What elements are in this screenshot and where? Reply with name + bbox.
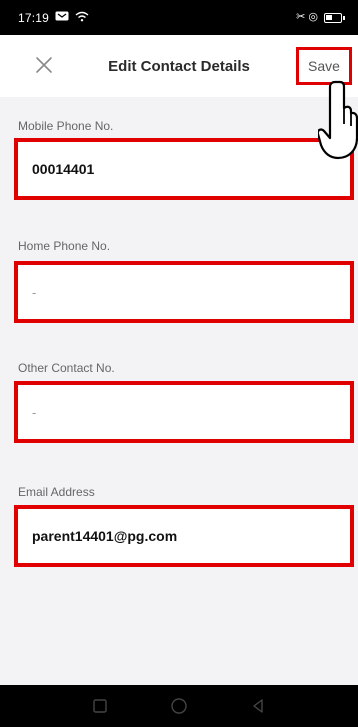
home-phone-label: Home Phone No. <box>18 239 111 253</box>
email-address-label: Email Address <box>18 485 95 499</box>
contact-form: Mobile Phone No. 00014401 Home Phone No.… <box>0 97 358 685</box>
status-time: 17:19 <box>18 10 50 25</box>
hand-pointer-icon <box>316 80 358 160</box>
navigation-bar <box>0 685 358 727</box>
battery-icon <box>324 12 345 23</box>
wifi-icon <box>75 11 89 25</box>
home-phone-field[interactable]: - <box>14 261 354 323</box>
status-left: 17:19 <box>18 11 89 25</box>
status-bar: 17:19 ✂ ◎ <box>0 0 358 35</box>
status-right: ✂ ◎ <box>296 11 345 23</box>
email-address-field[interactable]: parent14401@pg.com <box>14 505 354 567</box>
circle-icon[interactable] <box>170 697 188 715</box>
back-triangle-icon[interactable] <box>249 697 267 715</box>
other-contact-label: Other Contact No. <box>18 361 115 375</box>
status-icons: ✂ ◎ <box>296 11 318 23</box>
square-icon[interactable] <box>91 697 109 715</box>
other-contact-field[interactable]: - <box>14 381 354 443</box>
notification-icon <box>55 11 69 24</box>
mobile-phone-field[interactable]: 00014401 <box>14 138 354 200</box>
mobile-phone-label: Mobile Phone No. <box>18 119 114 133</box>
app-header: Edit Contact Details Save <box>0 35 358 97</box>
